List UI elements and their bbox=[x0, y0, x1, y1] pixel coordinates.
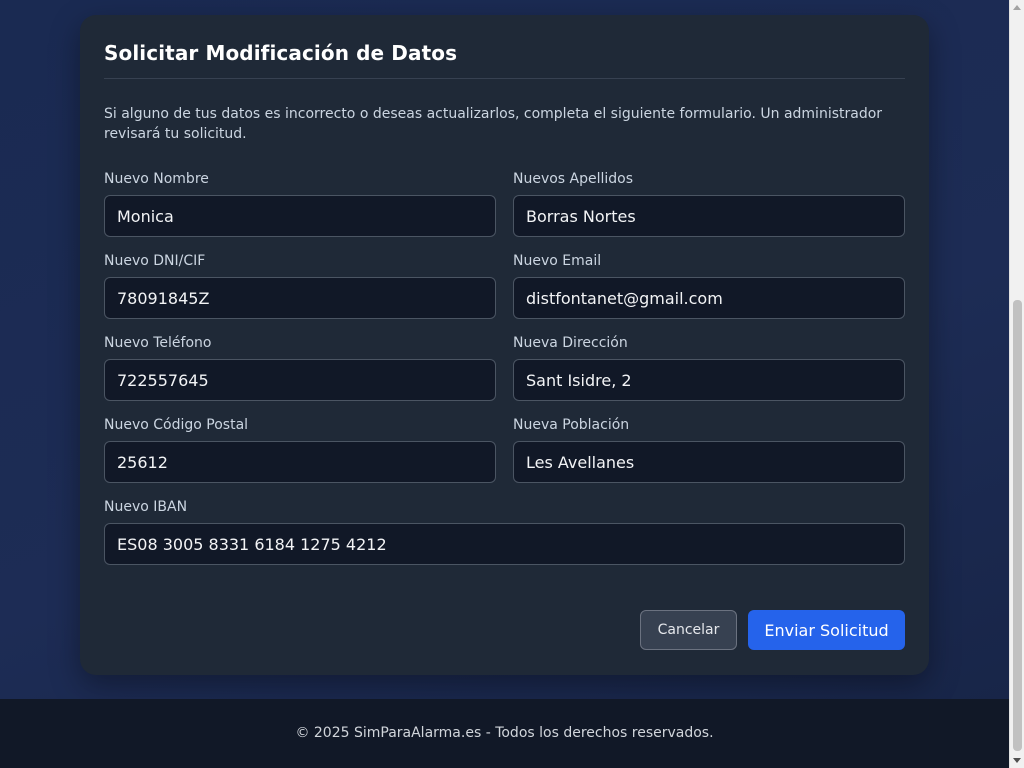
scroll-thumb[interactable] bbox=[1013, 300, 1022, 751]
intro-text: Si alguno de tus datos es incorrecto o d… bbox=[104, 106, 883, 142]
apellidos-label: Nuevos Apellidos bbox=[513, 171, 634, 187]
field-poblacion: Nueva Población bbox=[513, 416, 905, 483]
field-telefono: Nuevo Teléfono bbox=[104, 334, 496, 401]
title-divider bbox=[104, 78, 905, 79]
poblacion-label: Nueva Población bbox=[513, 417, 630, 433]
dni-input[interactable] bbox=[104, 277, 496, 319]
telefono-label: Nuevo Teléfono bbox=[104, 335, 212, 351]
email-input[interactable] bbox=[513, 277, 905, 319]
field-dni: Nuevo DNI/CIF bbox=[104, 252, 496, 319]
cancel-button[interactable]: Cancelar bbox=[640, 610, 737, 650]
field-codigo-postal: Nuevo Código Postal bbox=[104, 416, 496, 483]
iban-input[interactable] bbox=[104, 523, 905, 565]
page-viewport: Solicitar Modificación de Datos Si algun… bbox=[0, 0, 1009, 768]
email-label: Nuevo Email bbox=[513, 253, 602, 269]
copyright-text: © 2025 SimParaAlarma.es - Todos los dere… bbox=[295, 725, 714, 741]
direccion-label: Nueva Dirección bbox=[513, 335, 628, 351]
card-title: Solicitar Modificación de Datos bbox=[104, 41, 458, 65]
iban-label: Nuevo IBAN bbox=[104, 499, 188, 515]
page-footer: © 2025 SimParaAlarma.es - Todos los dere… bbox=[0, 699, 1009, 768]
field-direccion: Nueva Dirección bbox=[513, 334, 905, 401]
field-apellidos: Nuevos Apellidos bbox=[513, 170, 905, 237]
field-iban: Nuevo IBAN bbox=[104, 498, 905, 565]
direccion-input[interactable] bbox=[513, 359, 905, 401]
submit-request-button[interactable]: Enviar Solicitud bbox=[748, 610, 905, 650]
poblacion-input[interactable] bbox=[513, 441, 905, 483]
scroll-up-arrow-icon[interactable] bbox=[1013, 5, 1021, 10]
field-email: Nuevo Email bbox=[513, 252, 905, 319]
field-nombre: Nuevo Nombre bbox=[104, 170, 496, 237]
codigo-postal-label: Nuevo Código Postal bbox=[104, 417, 249, 433]
modification-request-card: Solicitar Modificación de Datos Si algun… bbox=[80, 15, 929, 675]
nombre-label: Nuevo Nombre bbox=[104, 171, 209, 187]
telefono-input[interactable] bbox=[104, 359, 496, 401]
apellidos-input[interactable] bbox=[513, 195, 905, 237]
codigo-postal-input[interactable] bbox=[104, 441, 496, 483]
dni-label: Nuevo DNI/CIF bbox=[104, 253, 206, 269]
nombre-input[interactable] bbox=[104, 195, 496, 237]
vertical-scrollbar[interactable] bbox=[1009, 0, 1024, 768]
scroll-down-arrow-icon[interactable] bbox=[1013, 758, 1021, 763]
